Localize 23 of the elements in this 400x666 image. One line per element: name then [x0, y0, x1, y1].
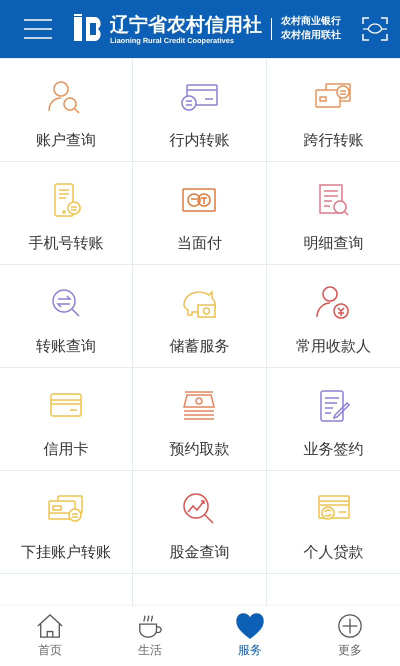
service-tile[interactable]: 下挂账户转账 — [0, 471, 134, 574]
bank-type-text: 农村信用联社 — [281, 29, 341, 43]
service-tile[interactable]: 手机号转账 — [0, 162, 134, 265]
service-tile[interactable]: 行内转账 — [133, 59, 267, 162]
service-tile[interactable]: 账户查询 — [0, 59, 134, 162]
service-tile[interactable]: 当面付 — [133, 162, 267, 265]
tab-item[interactable]: 更多 — [300, 606, 400, 666]
tab-item[interactable]: 首页 — [0, 606, 100, 666]
bank-type-text: 农村商业银行 — [281, 15, 341, 29]
scan-icon[interactable] — [362, 17, 388, 41]
coffee-cup-icon — [136, 613, 164, 639]
bank-name: 辽宁省农村信用社 — [110, 14, 262, 36]
heart-icon — [236, 613, 264, 639]
service-tile[interactable]: 储蓄服务 — [133, 265, 267, 368]
menu-icon[interactable] — [24, 19, 52, 39]
tab-item[interactable]: 生活 — [100, 606, 200, 666]
home-icon — [36, 613, 64, 639]
tab-item[interactable]: 服务 — [200, 606, 300, 666]
plus-circle-icon — [336, 613, 364, 639]
service-tile[interactable]: 预约取款 — [133, 368, 267, 471]
service-tile[interactable]: 信用卡 — [0, 368, 134, 471]
service-tile[interactable]: 转账查询 — [0, 265, 134, 368]
service-tile[interactable]: 股金查询 — [133, 471, 267, 574]
